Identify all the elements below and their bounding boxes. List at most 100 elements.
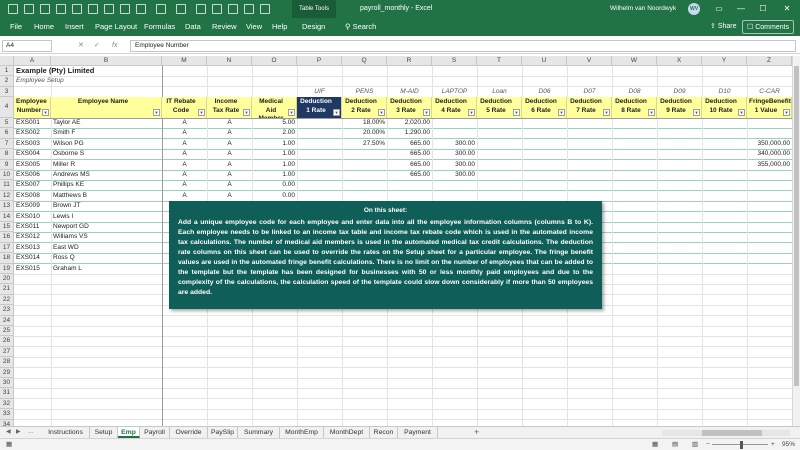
pivot-icon[interactable] (212, 4, 222, 14)
filter-icon[interactable] (120, 4, 130, 14)
column-title[interactable]: Medical Aid Member▾ (252, 97, 297, 118)
column-header[interactable]: R (387, 56, 432, 66)
column-header[interactable]: Y (702, 56, 747, 66)
column-header[interactable]: W (612, 56, 657, 66)
column-title[interactable]: Deduction 6 Rate ▾ (522, 97, 567, 118)
employee-name[interactable]: Ross Q (51, 253, 162, 263)
tab-help[interactable]: Help (272, 18, 287, 36)
employee-number[interactable]: EXS008 (14, 191, 51, 201)
deduction-3-rate[interactable]: 665.00 (387, 149, 432, 159)
tab-page-layout[interactable]: Page Layout (95, 18, 137, 36)
tax-rate[interactable]: A (207, 139, 252, 149)
employee-name[interactable]: Matthews B (51, 191, 162, 201)
sheet-tab-instructions[interactable]: Instructions (42, 427, 90, 438)
rebate-code[interactable]: A (162, 191, 207, 201)
row-header[interactable]: 1 (0, 66, 14, 77)
search-box[interactable]: ⚲ Search (345, 18, 376, 36)
ribbon-display-icon[interactable]: ▭ (708, 0, 730, 18)
filter-dropdown-icon[interactable]: ▾ (198, 108, 205, 116)
redo-icon[interactable] (176, 4, 186, 14)
column-title[interactable]: Deduction 2 Rate ▾ (342, 97, 387, 118)
filter-dropdown-icon[interactable]: ▾ (423, 108, 430, 116)
formula-input[interactable]: Employee Number (130, 40, 796, 52)
row-header[interactable]: 8 (0, 149, 14, 160)
tax-rate[interactable]: A (207, 149, 252, 159)
row-header[interactable]: 28 (0, 357, 14, 368)
employee-name[interactable]: Smith F (51, 128, 162, 138)
sheet-tab-setup[interactable]: Setup (90, 427, 118, 438)
column-title[interactable]: Deduction 1 Rate ▾ (297, 97, 342, 118)
tab-view[interactable]: View (246, 18, 262, 36)
employee-number[interactable]: EXS015 (14, 264, 51, 274)
row-header[interactable]: 32 (0, 398, 14, 410)
zoom-out-icon[interactable]: − (706, 440, 710, 450)
open-file-icon[interactable] (56, 4, 66, 14)
row-header[interactable]: 33 (0, 409, 14, 420)
tab-review[interactable]: Review (212, 18, 237, 36)
employee-name[interactable]: Brown JT (51, 201, 162, 211)
print-icon[interactable] (72, 4, 82, 14)
sheet-tab-payment[interactable]: Payment (398, 427, 438, 438)
add-sheet-icon[interactable]: + (474, 427, 479, 438)
deduction-2-rate[interactable]: 20.00% (342, 128, 387, 138)
tax-rate[interactable]: A (207, 118, 252, 128)
save-icon[interactable] (24, 4, 34, 14)
name-box[interactable]: A4 (2, 40, 52, 52)
employee-number[interactable]: EXS001 (14, 118, 51, 128)
column-header[interactable]: T (477, 56, 522, 66)
column-header[interactable]: Q (342, 56, 387, 66)
filter-dropdown-icon[interactable]: ▾ (558, 108, 565, 116)
deduction-3-rate[interactable]: 665.00 (387, 139, 432, 149)
deduction-3-rate[interactable]: 2,020.00 (387, 118, 432, 128)
fringe-benefit-value[interactable]: 355,000.00 (747, 160, 792, 170)
filter-dropdown-icon[interactable]: ▾ (603, 108, 610, 116)
column-header[interactable]: S (432, 56, 477, 66)
tab-data[interactable]: Data (185, 18, 201, 36)
row-header[interactable]: 24 (0, 315, 14, 326)
employee-number[interactable]: EXS003 (14, 139, 51, 149)
column-title[interactable]: Deduction 9 Rate ▾ (657, 97, 702, 118)
row-header[interactable]: 6 (0, 128, 14, 139)
deduction-3-rate[interactable]: 665.00 (387, 160, 432, 170)
row-header[interactable]: 3 (0, 86, 14, 98)
filter-dropdown-icon[interactable]: ▾ (243, 108, 250, 116)
employee-name[interactable]: Lewis I (51, 212, 162, 222)
column-header[interactable]: V (567, 56, 612, 66)
sheet-tab-summary[interactable]: Summary (238, 427, 280, 438)
employee-name[interactable]: Miller R (51, 160, 162, 170)
row-header[interactable]: 19 (0, 263, 14, 274)
employee-number[interactable]: EXS009 (14, 201, 51, 211)
row-header[interactable]: 10 (0, 170, 14, 181)
comments-button[interactable]: ☐ Comments (742, 20, 795, 34)
employee-name[interactable]: East WD (51, 243, 162, 253)
rebate-code[interactable]: A (162, 160, 207, 170)
column-header[interactable]: X (657, 56, 702, 66)
filter-dropdown-icon[interactable]: ▾ (42, 108, 49, 116)
horizontal-scrollbar[interactable] (662, 430, 790, 436)
zoom-icon[interactable] (260, 4, 270, 14)
tab-more-icon[interactable]: ... (28, 427, 33, 438)
tab-formulas[interactable]: Formulas (144, 18, 175, 36)
column-title[interactable]: Employee Name ▾ (51, 97, 162, 118)
tab-insert[interactable]: Insert (65, 18, 84, 36)
normal-view-icon[interactable]: ▦ (652, 440, 658, 450)
rebate-code[interactable]: A (162, 118, 207, 128)
row-header[interactable]: 14 (0, 211, 14, 222)
column-header[interactable]: A (14, 56, 51, 66)
column-title[interactable]: FringeBenefit 1 Value ▾ (747, 97, 792, 118)
column-title[interactable]: Income Tax Rate ▾ (207, 97, 252, 118)
row-header[interactable]: 16 (0, 232, 14, 243)
employee-number[interactable]: EXS011 (14, 222, 51, 232)
filter-dropdown-icon[interactable]: ▾ (783, 108, 790, 116)
autosave-icon[interactable] (8, 4, 18, 14)
cancel-icon[interactable]: ✕ (78, 40, 84, 52)
column-title[interactable]: Deduction 10 Rate ▾ (702, 97, 747, 118)
sheet-tab-payroll[interactable]: Payroll (140, 427, 170, 438)
column-header[interactable]: N (207, 56, 252, 66)
minimize-icon[interactable]: — (730, 0, 752, 18)
share-button[interactable]: ⇪ Share (706, 20, 741, 34)
tab-home[interactable]: Home (34, 18, 54, 36)
medical-aid-members[interactable]: 0.00 (252, 180, 297, 190)
medical-aid-members[interactable]: 0.00 (252, 191, 297, 201)
row-header[interactable]: 21 (0, 284, 14, 295)
